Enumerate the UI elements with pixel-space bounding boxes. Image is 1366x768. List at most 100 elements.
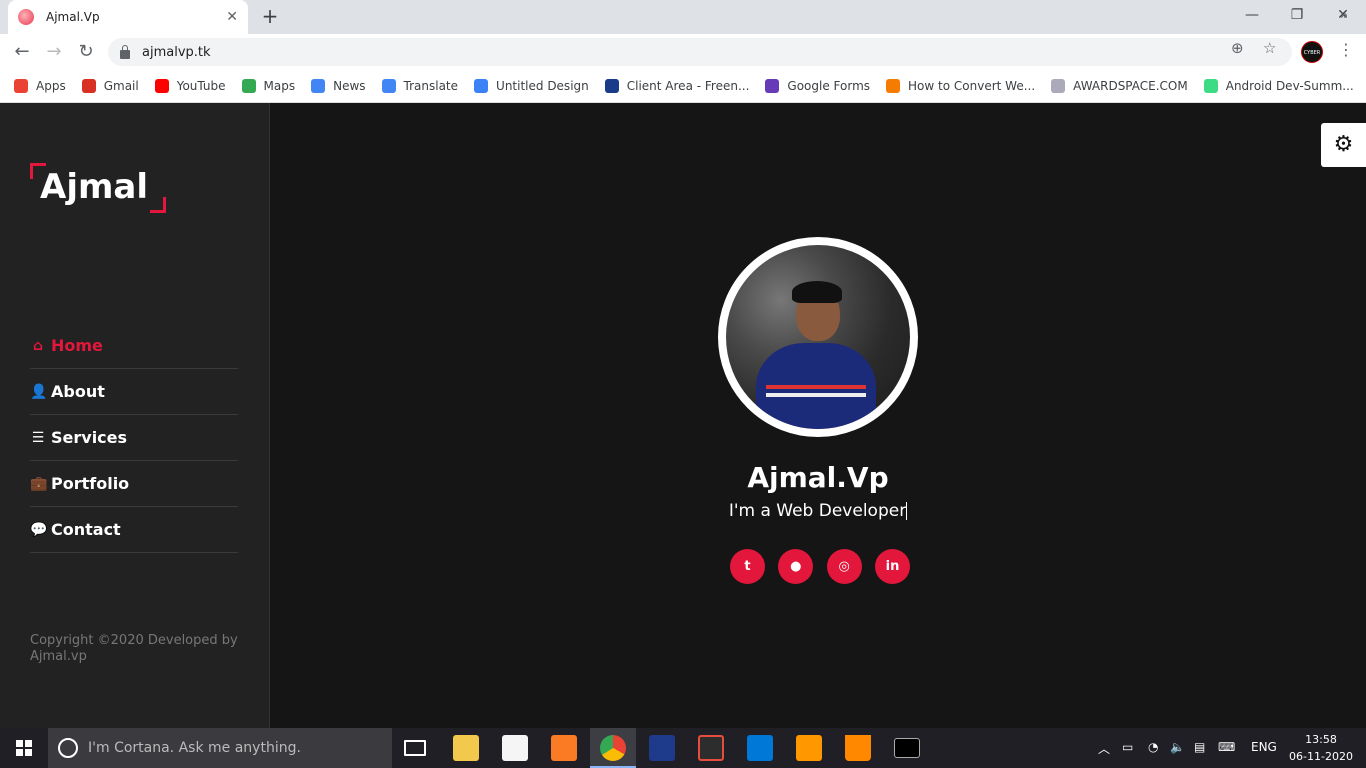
browser-tabbar: Ajmal.Vp ✕ + — ❐ ✕: [0, 0, 1366, 34]
twitter-icon[interactable]: t: [730, 549, 765, 584]
language-indicator[interactable]: ENG: [1251, 740, 1277, 754]
news-icon: [311, 79, 326, 93]
battery-icon[interactable]: ▭: [1122, 740, 1133, 754]
reload-icon[interactable]: ↻: [74, 40, 98, 64]
restore-button[interactable]: ❐: [1274, 0, 1320, 34]
tab-close-icon[interactable]: ✕: [226, 9, 238, 25]
terminal-icon[interactable]: [894, 738, 920, 758]
xampp-icon[interactable]: [551, 735, 577, 761]
nav-item-label: Contact: [51, 520, 121, 539]
canva-icon: [474, 79, 489, 93]
hero-section: ⚙ Ajmal.Vp I'm a Web Developer t ● ◎ in: [271, 103, 1366, 728]
forms-icon: [765, 79, 780, 93]
wifi-icon[interactable]: ◔: [1148, 740, 1158, 754]
bookmark-item[interactable]: Apps: [14, 79, 66, 93]
chrome-icon[interactable]: [600, 735, 626, 761]
nav-item-label: About: [51, 382, 105, 401]
address-bar[interactable]: ajmalvp.tk: [108, 38, 1292, 66]
bookmark-item[interactable]: Google Forms: [765, 79, 870, 93]
bookmark-item[interactable]: YouTube: [154, 79, 226, 93]
cortana-placeholder: I'm Cortana. Ask me anything.: [88, 740, 301, 756]
url-text: ajmalvp.tk: [142, 44, 211, 60]
sidebar: Ajmal ⌂ Home 👤 About ☰ Services 💼 Portfolio 💬 Con…: [0, 103, 270, 728]
nav-item-portfolio[interactable]: 💼 Portfolio: [30, 461, 238, 507]
browser-tab[interactable]: Ajmal.Vp ✕: [8, 0, 248, 34]
translate-icon: [381, 79, 396, 93]
new-tab-button[interactable]: +: [258, 4, 282, 28]
back-arrow-icon[interactable]: ←: [10, 40, 34, 64]
nav-contact-icon: 💬: [30, 521, 48, 538]
bookmark-label: How to Convert We...: [908, 79, 1036, 93]
bookmark-label: Gmail: [103, 79, 139, 93]
android-icon: [1203, 79, 1218, 93]
cortana-search[interactable]: I'm Cortana. Ask me anything.: [48, 728, 392, 768]
bookmark-star-icon[interactable]: ☆: [1263, 39, 1276, 57]
tab-title: Ajmal.Vp: [46, 10, 100, 24]
instagram-icon[interactable]: ◎: [826, 549, 862, 584]
browser-toolbar: ← → ↻ ajmalvp.tk ⊕ ☆: [0, 34, 1366, 70]
git-icon[interactable]: [698, 735, 724, 761]
nav-item-label: Home: [51, 336, 103, 355]
task-view-icon[interactable]: [404, 740, 426, 756]
nav-item-contact[interactable]: 💬 Contact: [30, 507, 238, 553]
nav-portfolio-icon: 💼: [30, 475, 48, 492]
typing-caret: [906, 502, 908, 520]
editor-app-icon[interactable]: [502, 735, 528, 761]
bookmark-label: News: [333, 79, 366, 93]
volume-icon[interactable]: 🔈: [1170, 740, 1185, 754]
bookmark-label: Translate: [403, 79, 459, 93]
devcpp-icon[interactable]: [649, 735, 675, 761]
nav-item-about[interactable]: 👤 About: [30, 369, 238, 415]
start-button[interactable]: [0, 728, 48, 768]
github-icon[interactable]: ●: [778, 549, 814, 584]
vlc-icon[interactable]: [845, 735, 871, 761]
file-explorer-icon[interactable]: [453, 735, 479, 761]
notification-icon[interactable]: ▤: [1194, 740, 1205, 754]
browser-menu-icon[interactable]: ⋮: [1338, 40, 1354, 59]
tray-chevron-icon[interactable]: ︿: [1098, 740, 1110, 757]
nav-item-home[interactable]: ⌂ Home: [30, 323, 238, 369]
bookmarks-overflow-icon[interactable]: »: [1340, 8, 1348, 23]
nav-item-label: Services: [51, 428, 128, 447]
minimize-button[interactable]: —: [1229, 0, 1275, 34]
bookmark-item[interactable]: News: [311, 79, 366, 93]
awardspace-icon: [1051, 79, 1066, 93]
sublime-icon[interactable]: [796, 735, 822, 761]
add-to-list-icon[interactable]: ⊕: [1231, 39, 1244, 57]
blogger-icon: [886, 79, 901, 93]
bookmark-label: AWARDSPACE.COM: [1073, 79, 1188, 93]
freenom-icon: [604, 79, 619, 93]
bookmark-label: Google Forms: [787, 79, 871, 93]
bookmark-label: Maps: [263, 79, 296, 93]
bookmark-label: Android Dev-Summ...: [1225, 79, 1354, 93]
bookmark-item[interactable]: Translate: [381, 79, 459, 93]
bookmark-item[interactable]: How to Convert We...: [886, 79, 1035, 93]
bookmark-item[interactable]: AWARDSPACE.COM: [1051, 79, 1188, 93]
nav-home-icon: ⌂: [32, 337, 44, 354]
windows-taskbar: I'm Cortana. Ask me anything. ︿ ▭ ◔ 🔈 ▤ …: [0, 728, 1366, 768]
maps-icon: [241, 79, 256, 93]
vscode-icon[interactable]: [747, 735, 773, 761]
site-logo[interactable]: Ajmal: [30, 163, 166, 213]
clock[interactable]: 13:58 06-11-2020: [1286, 731, 1356, 765]
bookmark-item[interactable]: Android Dev-Summ...: [1203, 79, 1354, 93]
bookmark-label: Untitled Design: [496, 79, 589, 93]
forward-arrow-icon[interactable]: →: [42, 40, 66, 64]
bookmark-item[interactable]: Untitled Design: [474, 79, 589, 93]
profile-avatar[interactable]: CYBER: [1301, 41, 1323, 63]
bookmark-item[interactable]: Gmail: [81, 79, 139, 93]
settings-gear-icon[interactable]: ⚙: [1321, 123, 1366, 167]
bookmarks-bar: Apps Gmail YouTube Maps News Translate Untitle…: [0, 70, 1366, 103]
cortana-icon: [58, 738, 78, 758]
hero-role-text: I'm a Web Developer: [728, 501, 907, 521]
bookmark-label: YouTube: [176, 79, 226, 93]
youtube-icon: [154, 79, 169, 93]
bookmark-item[interactable]: Client Area - Freen...: [604, 79, 749, 93]
bookmark-item[interactable]: Maps: [241, 79, 296, 93]
nav-services-icon: ☰: [31, 429, 45, 446]
nav-about-icon: 👤: [30, 383, 48, 400]
keyboard-icon[interactable]: ⌨: [1218, 740, 1235, 754]
sidebar-nav: ⌂ Home 👤 About ☰ Services 💼 Portfolio 💬 Contact: [30, 323, 238, 553]
nav-item-services[interactable]: ☰ Services: [30, 415, 238, 461]
linkedin-icon[interactable]: in: [874, 549, 910, 584]
